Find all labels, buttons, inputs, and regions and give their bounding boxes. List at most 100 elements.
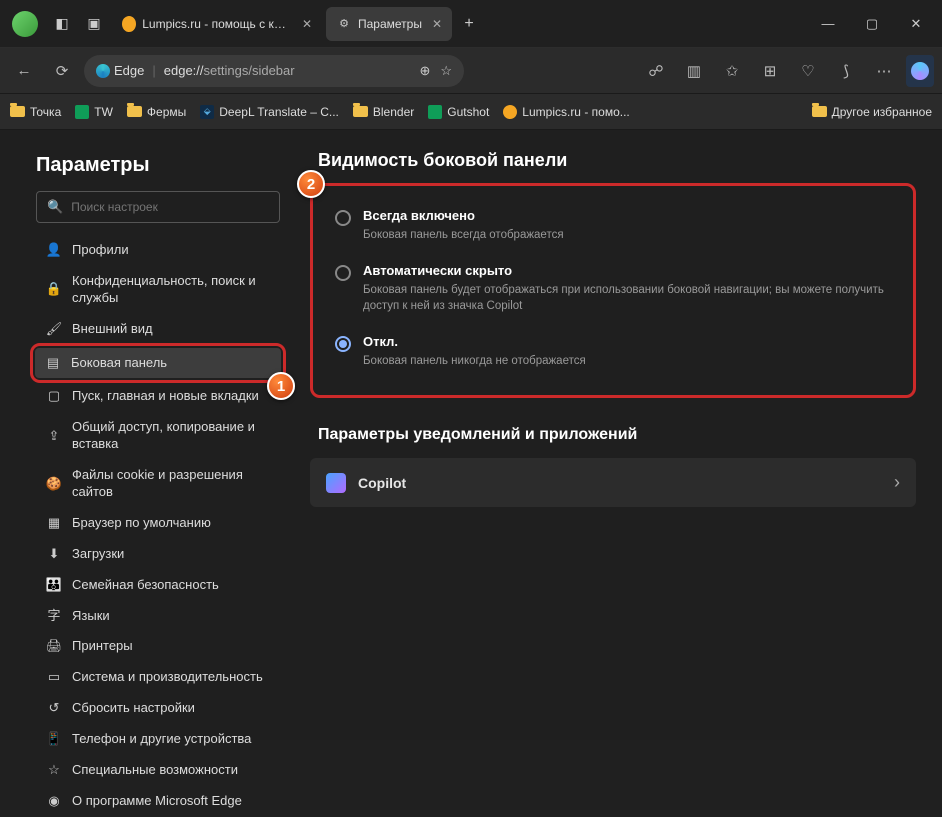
workspaces-icon[interactable]: ◧ [48, 10, 76, 38]
sheets-icon [75, 105, 89, 119]
callout-badge-1: 1 [267, 372, 295, 400]
bookmark-farms[interactable]: Фермы [127, 105, 186, 119]
bookmark-tw[interactable]: TW [75, 105, 113, 119]
nav-reset[interactable]: ↺Сбросить настройки [36, 693, 280, 724]
deepl-icon: ⬙ [200, 105, 214, 119]
radio-input[interactable] [335, 265, 351, 281]
tab-lumpics[interactable]: Lumpics.ru - помощь с компью ✕ [112, 7, 322, 41]
heart-icon[interactable]: ♡ [792, 55, 824, 87]
folder-icon [127, 106, 142, 117]
settings-main: Видимость боковой панели 2 Всегда включе… [300, 130, 942, 740]
minimize-button[interactable]: — [806, 4, 850, 44]
performance-icon[interactable]: ⟆ [830, 55, 862, 87]
copilot-button[interactable] [906, 55, 934, 87]
folder-icon [10, 106, 25, 117]
bookmark-blender[interactable]: Blender [353, 105, 414, 119]
callout-highlight-1: ▤Боковая панель 1 [30, 343, 286, 384]
settings-sidebar: Параметры 🔍 👤Профили 🔒Конфиденциальность… [0, 130, 300, 740]
radio-desc: Боковая панель никогда не отображается [363, 353, 586, 369]
folder-icon [353, 106, 368, 117]
section-notifications-title: Параметры уведомлений и приложений [318, 426, 916, 444]
chevron-right-icon: › [894, 472, 900, 493]
cookie-icon: 🍪 [46, 476, 62, 492]
radio-input[interactable] [335, 210, 351, 226]
nav-sidebar[interactable]: ▤Боковая панель [35, 348, 281, 379]
nav-languages[interactable]: 字Языки [36, 601, 280, 632]
bookmarks-bar: Точка TW Фермы ⬙DeepL Translate – С... B… [0, 94, 942, 130]
back-button[interactable]: ← [8, 55, 40, 87]
nav-accessibility[interactable]: ☆Специальные возможности [36, 755, 280, 786]
bookmark-lumpics[interactable]: Lumpics.ru - помо... [503, 105, 629, 119]
vertical-tabs-icon[interactable]: ▣ [80, 10, 108, 38]
refresh-button[interactable]: ⟳ [46, 55, 78, 87]
favorites-icon[interactable]: ✩ [716, 55, 748, 87]
nav-start[interactable]: ▢Пуск, главная и новые вкладки [36, 381, 280, 412]
nav-profiles[interactable]: 👤Профили [36, 235, 280, 266]
extensions-icon[interactable]: ☍ [640, 55, 672, 87]
star-icon[interactable]: ☆ [440, 63, 452, 79]
nav-share[interactable]: ⇪Общий доступ, копирование и вставка [36, 412, 280, 460]
nav-printers[interactable]: 🖨Принтеры [36, 631, 280, 662]
address-bar[interactable]: Edge | edge://settings/sidebar ⊕ ☆ [84, 55, 464, 87]
lock-icon: 🔒 [46, 282, 62, 298]
visibility-panel: 2 Всегда включено Боковая панель всегда … [310, 183, 916, 398]
radio-input[interactable] [335, 336, 351, 352]
callout-badge-2: 2 [297, 170, 325, 198]
search-input-wrap[interactable]: 🔍 [36, 191, 280, 223]
edge-icon: ◉ [46, 793, 62, 809]
sidebar-title: Параметры [36, 154, 280, 177]
app-copilot-row[interactable]: Copilot › [310, 458, 916, 507]
maximize-button[interactable]: ▢ [850, 4, 894, 44]
system-icon: ▭ [46, 670, 62, 686]
bookmark-tochka[interactable]: Точка [10, 105, 61, 119]
search-icon: 🔍 [47, 199, 63, 215]
radio-always-on[interactable]: Всегда включено Боковая панель всегда от… [331, 198, 895, 253]
nav-cookies[interactable]: 🍪Файлы cookie и разрешения сайтов [36, 460, 280, 508]
close-window-button[interactable]: ✕ [894, 4, 938, 44]
menu-icon[interactable]: ⋯ [868, 55, 900, 87]
download-icon: ⬇ [46, 546, 62, 562]
tab-settings[interactable]: ⚙ Параметры ✕ [326, 7, 452, 41]
bookmark-deepl[interactable]: ⬙DeepL Translate – С... [200, 105, 339, 119]
settings-nav: 👤Профили 🔒Конфиденциальность, поиск и сл… [36, 235, 280, 817]
bookmark-gutshot[interactable]: Gutshot [428, 105, 489, 119]
radio-desc: Боковая панель всегда отображается [363, 227, 564, 243]
accessibility-icon: ☆ [46, 762, 62, 778]
new-tab-button[interactable]: + [454, 9, 484, 39]
language-icon: 字 [46, 608, 62, 624]
close-icon[interactable]: ✕ [302, 17, 312, 31]
search-input[interactable] [71, 200, 269, 214]
split-icon[interactable]: ▥ [678, 55, 710, 87]
toolbar: ← ⟳ Edge | edge://settings/sidebar ⊕ ☆ ☍… [0, 48, 942, 94]
search-icon[interactable]: ⊕ [419, 63, 430, 79]
favicon-lumpics [122, 16, 136, 32]
family-icon: 👪 [46, 577, 62, 593]
radio-off[interactable]: Откл. Боковая панель никогда не отобража… [331, 324, 895, 379]
edge-label: Edge [114, 63, 144, 78]
nav-downloads[interactable]: ⬇Загрузки [36, 539, 280, 570]
radio-auto-hide[interactable]: Автоматически скрыто Боковая панель буде… [331, 253, 895, 324]
copilot-icon [326, 473, 346, 493]
content-area: Параметры 🔍 👤Профили 🔒Конфиденциальность… [0, 130, 942, 740]
person-icon: 👤 [46, 242, 62, 258]
nav-system[interactable]: ▭Система и производительность [36, 662, 280, 693]
favicon-lumpics [503, 105, 517, 119]
nav-default[interactable]: ▦Браузер по умолчанию [36, 508, 280, 539]
section-visibility-title: Видимость боковой панели [310, 150, 916, 171]
gear-icon: ⚙ [336, 16, 352, 32]
radio-label: Автоматически скрыто [363, 263, 891, 278]
tab-label: Параметры [358, 17, 422, 31]
close-icon[interactable]: ✕ [432, 17, 442, 31]
paint-icon: 🖌 [46, 321, 62, 337]
bookmark-other[interactable]: Другое избранное [812, 105, 932, 119]
browser-icon: ▦ [46, 515, 62, 531]
panel-icon: ▤ [45, 355, 61, 371]
nav-family[interactable]: 👪Семейная безопасность [36, 570, 280, 601]
nav-appearance[interactable]: 🖌Внешний вид [36, 314, 280, 345]
radio-label: Откл. [363, 334, 586, 349]
profile-avatar[interactable] [12, 11, 38, 37]
collections-icon[interactable]: ⊞ [754, 55, 786, 87]
copilot-icon [911, 62, 929, 80]
nav-about[interactable]: ◉О программе Microsoft Edge [36, 786, 280, 817]
nav-privacy[interactable]: 🔒Конфиденциальность, поиск и службы [36, 266, 280, 314]
